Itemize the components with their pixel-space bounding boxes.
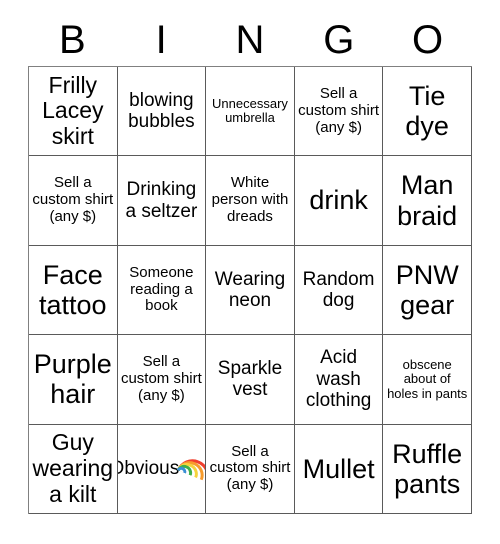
bingo-cell[interactable]: Drinking a seltzer [117, 156, 207, 246]
bingo-cell-label: Ruffle pants [392, 438, 463, 499]
bingo-cell-label: Guy wearing a kilt [32, 429, 114, 507]
bingo-cell[interactable]: Tie dye [383, 67, 472, 157]
bingo-cell-label: Tie dye [405, 80, 449, 142]
bingo-cell-label: Face tattoo [39, 259, 107, 320]
bingo-cell-label: White person with dreads [211, 174, 289, 225]
bingo-cell-label: drink [309, 185, 368, 216]
bingo-cell[interactable]: Acid wash clothing [294, 335, 384, 425]
bingo-cell-label: PNW gear [395, 259, 459, 320]
bingo-cell[interactable]: Ruffle pants [383, 424, 472, 514]
bingo-cell-label: Sell a custom shirt (any $) [32, 174, 114, 225]
bingo-card: B I N G O Frilly Lacey skirt blowing bubbles U… [0, 0, 500, 544]
bingo-cell-label: Sparkle vest [217, 358, 283, 401]
bingo-cell[interactable]: blowing bubbles [117, 67, 207, 157]
bingo-cell[interactable]: Frilly Lacey skirt [29, 67, 118, 157]
bingo-cell[interactable]: obscene about of holes in pants [383, 335, 472, 425]
bingo-cell[interactable]: Obvious [117, 424, 207, 514]
bingo-header-row: BINGO [28, 14, 472, 66]
bingo-cell[interactable]: Sell a custom shirt (any $) [29, 156, 118, 246]
bingo-header-letter-b: B [59, 18, 86, 62]
bingo-cell-label: Someone reading a book [129, 263, 194, 315]
bingo-cell[interactable]: Face tattoo [29, 245, 118, 336]
bingo-cell-label: Unnecessary umbrella [212, 95, 288, 126]
bingo-header-letter-i: I [155, 18, 167, 62]
bingo-cell[interactable]: Someone reading a book [117, 245, 207, 336]
bingo-cell[interactable]: Sell a custom shirt (any $) [117, 335, 207, 425]
bingo-cell-label: Random dog [302, 268, 375, 311]
bingo-cell[interactable]: Sparkle vest [206, 335, 295, 425]
bingo-cell[interactable]: PNW gear [383, 245, 472, 336]
bingo-cell[interactable]: White person with dreads [206, 156, 295, 246]
bingo-cell-label: Purple hair [33, 349, 112, 410]
bingo-cell-label: Mullet [302, 453, 375, 484]
bingo-cell[interactable]: Sell a custom shirt (any $) [206, 424, 295, 514]
bingo-cell-label: Acid wash clothing [305, 347, 372, 412]
bingo-cell[interactable]: Man braid [383, 156, 472, 246]
bingo-grid: Frilly Lacey skirt blowing bubbles Unneces… [28, 66, 472, 514]
bingo-cell-label: Frilly Lacey skirt [42, 71, 104, 150]
bingo-header-letter-n: N [235, 18, 265, 62]
bingo-cell-label: Wearing neon [214, 268, 286, 311]
bingo-header-letter-g: G [323, 18, 355, 62]
rainbow-icon [176, 454, 206, 483]
bingo-cell[interactable]: Sell a custom shirt (any $) [294, 67, 384, 157]
bingo-header-letter-o: O [412, 18, 444, 62]
bingo-cell[interactable]: Mullet [294, 424, 384, 514]
bingo-cell-label: Sell a custom shirt (any $) [298, 85, 380, 136]
bingo-cell[interactable]: Unnecessary umbrella [206, 67, 295, 157]
bingo-cell[interactable]: drink [294, 156, 384, 246]
bingo-cell[interactable]: Guy wearing a kilt [29, 424, 118, 514]
bingo-cell[interactable]: Wearing neon [206, 245, 295, 336]
bingo-cell-label: Drinking a seltzer [125, 179, 198, 222]
bingo-cell-label: Sell a custom shirt (any $) [209, 442, 291, 494]
bingo-cell-label: obscene about of holes in pants [387, 356, 468, 401]
bingo-cell-label: Man braid [397, 170, 458, 231]
bingo-cell[interactable]: Purple hair [29, 335, 118, 425]
bingo-cell-label: Sell a custom shirt (any $) [120, 353, 202, 404]
bingo-cell[interactable]: Random dog [294, 245, 384, 336]
bingo-cell-label: Obvious [118, 458, 180, 480]
bingo-cell-label: blowing bubbles [128, 89, 195, 133]
